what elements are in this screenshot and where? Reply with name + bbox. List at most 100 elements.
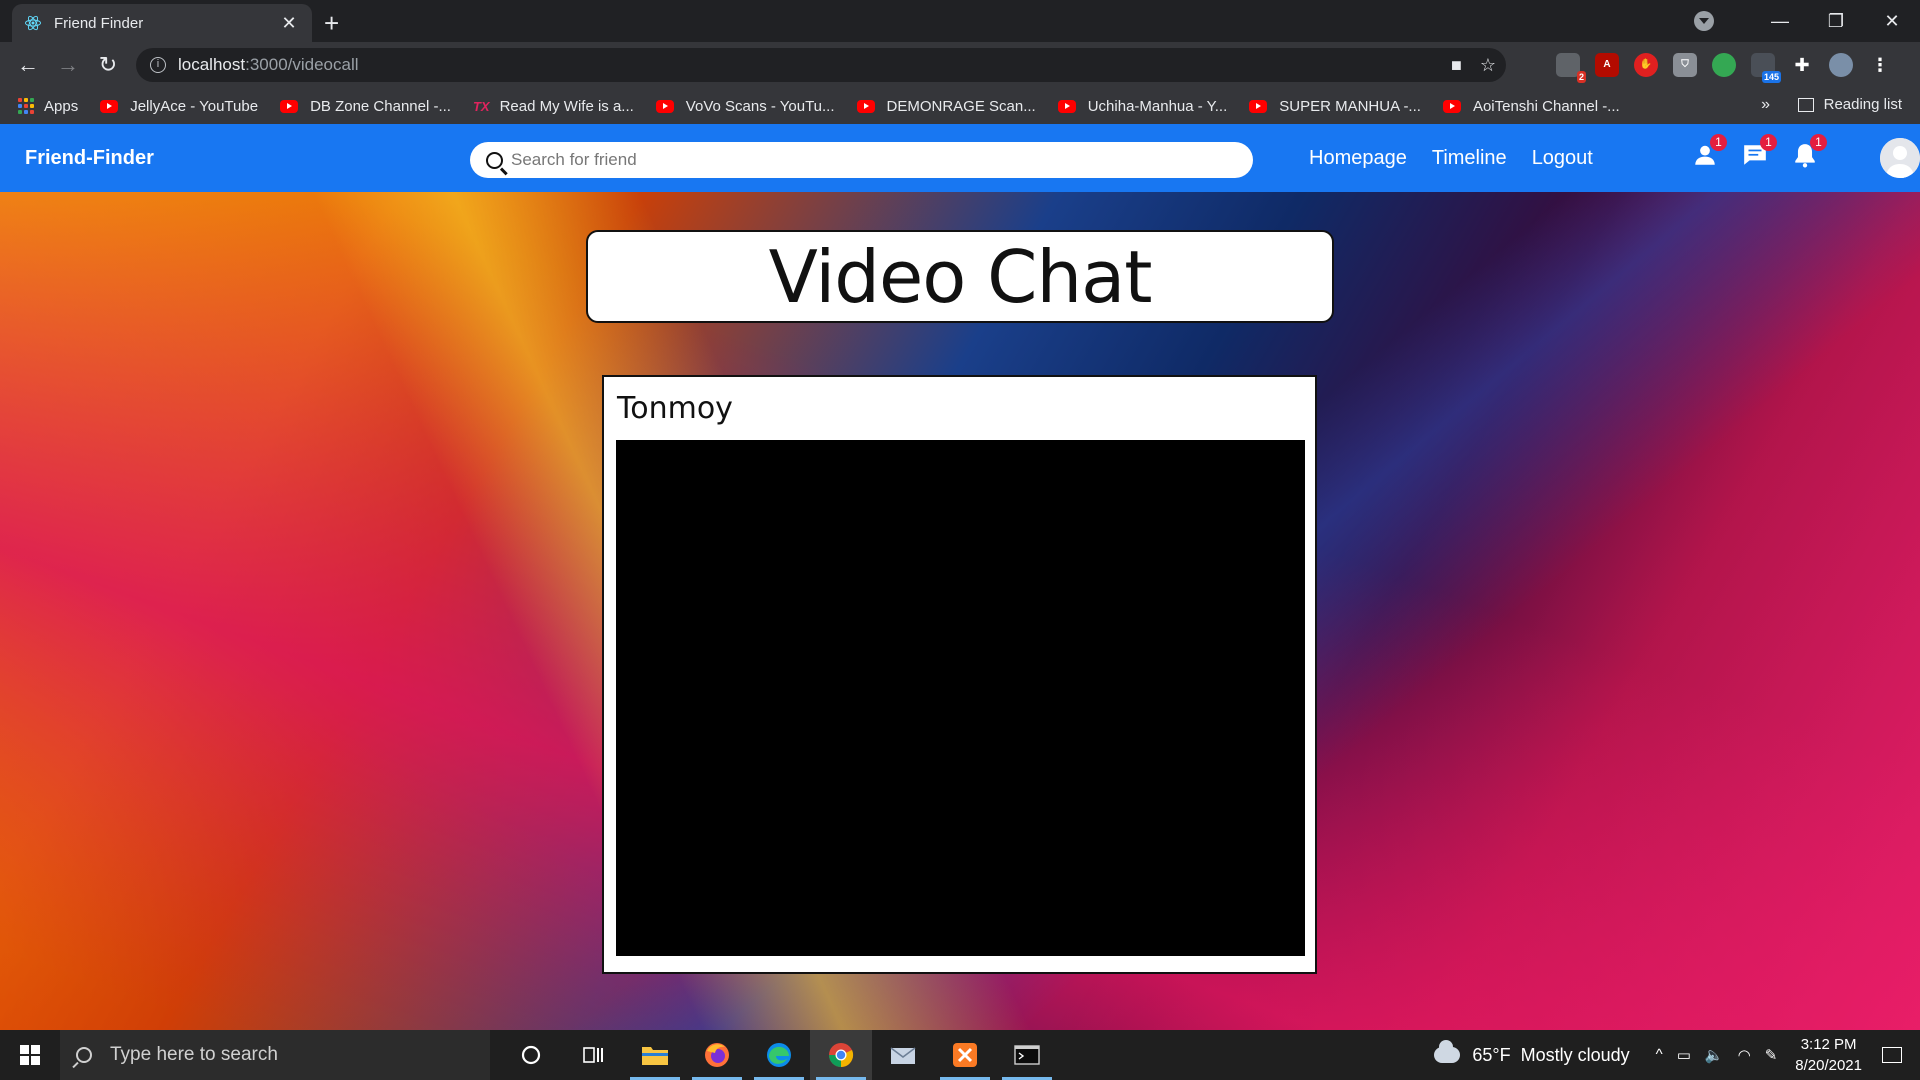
- bookmark-item[interactable]: Uchiha-Manhua - Y...: [1057, 98, 1227, 115]
- cortana-icon[interactable]: [500, 1030, 562, 1080]
- react-logo-icon: [25, 15, 41, 31]
- adblock-icon[interactable]: ✋: [1634, 53, 1658, 77]
- clock-date: 8/20/2021: [1795, 1057, 1862, 1074]
- bookmark-item[interactable]: DEMONRAGE Scan...: [856, 98, 1036, 115]
- youtube-icon: [1057, 99, 1076, 113]
- messages-badge: 1: [1760, 134, 1777, 151]
- puzzle-extensions-icon[interactable]: ✚: [1790, 53, 1814, 77]
- bookmark-item[interactable]: AoiTenshi Channel -...: [1442, 98, 1620, 115]
- friend-search-bar[interactable]: [470, 142, 1253, 178]
- tab-title: Friend Finder: [54, 14, 144, 32]
- notifications-badge: 1: [1810, 134, 1827, 151]
- more-menu-icon[interactable]: ⋮: [1868, 53, 1892, 77]
- notification-center-icon[interactable]: [1882, 1047, 1902, 1063]
- notifications-button[interactable]: 1: [1792, 134, 1827, 168]
- extension-1-icon[interactable]: 2: [1556, 53, 1586, 83]
- bookmark-item[interactable]: SUPER MANHUA -...: [1249, 98, 1421, 115]
- close-window-button[interactable]: ✕: [1864, 11, 1920, 32]
- weather-widget[interactable]: 65°F Mostly cloudy: [1434, 1040, 1630, 1066]
- file-explorer-icon[interactable]: [624, 1030, 686, 1080]
- youtube-icon: [280, 99, 299, 113]
- windows-logo-icon: [20, 1045, 40, 1065]
- site-logo-icon: TX: [472, 98, 490, 114]
- address-bar[interactable]: i localhost:3000/videocall ■ ☆: [136, 48, 1506, 82]
- avatar-placeholder-icon: [1880, 138, 1920, 178]
- minimize-button[interactable]: —: [1752, 11, 1808, 32]
- site-info-icon[interactable]: i: [150, 57, 166, 73]
- video-chat-title-card: Video Chat: [586, 230, 1334, 323]
- taskbar-search-box[interactable]: Type here to search: [60, 1030, 490, 1080]
- extension-5-icon[interactable]: [1712, 53, 1736, 77]
- nav-link-timeline[interactable]: Timeline: [1432, 147, 1507, 170]
- nav-links: Homepage Timeline Logout: [1309, 124, 1593, 192]
- friend-requests-badge: 1: [1710, 134, 1727, 151]
- reading-list-button[interactable]: Reading list: [1797, 96, 1902, 113]
- video-stream[interactable]: [616, 440, 1305, 956]
- extension-1-badge: 2: [1576, 71, 1586, 83]
- friend-requests-button[interactable]: 1: [1692, 134, 1727, 168]
- bookmark-item[interactable]: DB Zone Channel -...: [280, 98, 451, 115]
- edge-icon[interactable]: [748, 1030, 810, 1080]
- window-controls: — ❐ ✕: [1694, 0, 1920, 42]
- tab-search-icon[interactable]: [1694, 11, 1714, 31]
- bookmark-star-icon[interactable]: ☆: [1480, 55, 1496, 76]
- bookmark-item[interactable]: JellyAce - YouTube: [100, 98, 258, 115]
- extensions-bar: 2 A ✋ ⛉ 145 ✚ ⋮: [1556, 42, 1892, 88]
- browser-tabstrip: Friend Finder ✕ + — ❐ ✕: [0, 0, 1920, 42]
- reload-icon[interactable]: ↻: [88, 52, 128, 78]
- nav-link-logout[interactable]: Logout: [1532, 147, 1593, 170]
- page-title: Video Chat: [768, 234, 1153, 319]
- browser-toolbar: ← → ↻ i localhost:3000/videocall ■ ☆ 2 A…: [0, 42, 1920, 88]
- windows-taskbar: Type here to search 65°F Mostly cloudy ^…: [0, 1030, 1920, 1080]
- extension-6-badge: 145: [1761, 71, 1781, 83]
- shield-icon[interactable]: ⛉: [1673, 53, 1697, 77]
- apps-grid-icon: [18, 98, 34, 114]
- url-host: localhost: [178, 55, 246, 74]
- youtube-icon: [655, 99, 674, 113]
- terminal-icon[interactable]: [996, 1030, 1058, 1080]
- clock-time: 3:12 PM: [1800, 1036, 1857, 1053]
- close-tab-icon[interactable]: ✕: [278, 13, 300, 34]
- messages-button[interactable]: 1: [1742, 134, 1777, 168]
- chevron-up-icon[interactable]: ^: [1656, 1046, 1663, 1064]
- youtube-icon: [1442, 99, 1461, 113]
- start-button[interactable]: [0, 1030, 60, 1080]
- camera-in-use-icon[interactable]: ■: [1451, 55, 1462, 76]
- bookmarks-bar: Apps JellyAce - YouTube DB Zone Channel …: [0, 88, 1920, 124]
- adobe-acrobat-icon[interactable]: A: [1595, 53, 1619, 77]
- bookmarks-overflow-button[interactable]: »: [1761, 96, 1770, 114]
- xampp-icon[interactable]: [934, 1030, 996, 1080]
- bookmark-item[interactable]: TX Read My Wife is a...: [473, 98, 634, 115]
- search-icon: [486, 151, 503, 169]
- profile-avatar[interactable]: [1829, 53, 1853, 77]
- pen-icon[interactable]: ✎: [1765, 1046, 1778, 1064]
- nav-icons: 1 1 1: [1692, 134, 1827, 168]
- youtube-icon: [1249, 99, 1268, 113]
- browser-tab[interactable]: Friend Finder ✕: [12, 4, 312, 42]
- volume-icon[interactable]: 🔈: [1705, 1046, 1724, 1064]
- youtube-icon: [100, 99, 119, 113]
- mail-app-icon[interactable]: [872, 1030, 934, 1080]
- new-tab-button[interactable]: +: [324, 8, 339, 39]
- battery-icon[interactable]: ▭: [1677, 1046, 1691, 1064]
- cloud-icon: [1434, 1040, 1461, 1063]
- chrome-icon[interactable]: [810, 1030, 872, 1080]
- weather-desc: Mostly cloudy: [1520, 1044, 1630, 1065]
- back-arrow-icon[interactable]: ←: [8, 52, 48, 78]
- forward-arrow-icon[interactable]: →: [48, 52, 88, 78]
- firefox-icon[interactable]: [686, 1030, 748, 1080]
- restore-button[interactable]: ❐: [1808, 11, 1864, 32]
- brand-logo[interactable]: Friend-Finder: [25, 147, 154, 170]
- friend-search-input[interactable]: [511, 150, 1211, 170]
- bookmark-item[interactable]: VoVo Scans - YouTu...: [655, 98, 835, 115]
- youtube-icon: [856, 99, 875, 113]
- bookmark-apps[interactable]: Apps: [18, 98, 78, 115]
- video-card: Tonmoy: [602, 375, 1317, 974]
- wifi-icon[interactable]: ◠: [1738, 1046, 1751, 1064]
- taskbar-clock[interactable]: 3:12 PM 8/20/2021: [1795, 1034, 1862, 1076]
- user-avatar[interactable]: [1880, 138, 1920, 178]
- nav-link-homepage[interactable]: Homepage: [1309, 147, 1407, 170]
- task-view-icon[interactable]: [562, 1030, 624, 1080]
- extension-6-icon[interactable]: 145: [1751, 53, 1781, 83]
- url-path: :3000/videocall: [245, 55, 359, 74]
